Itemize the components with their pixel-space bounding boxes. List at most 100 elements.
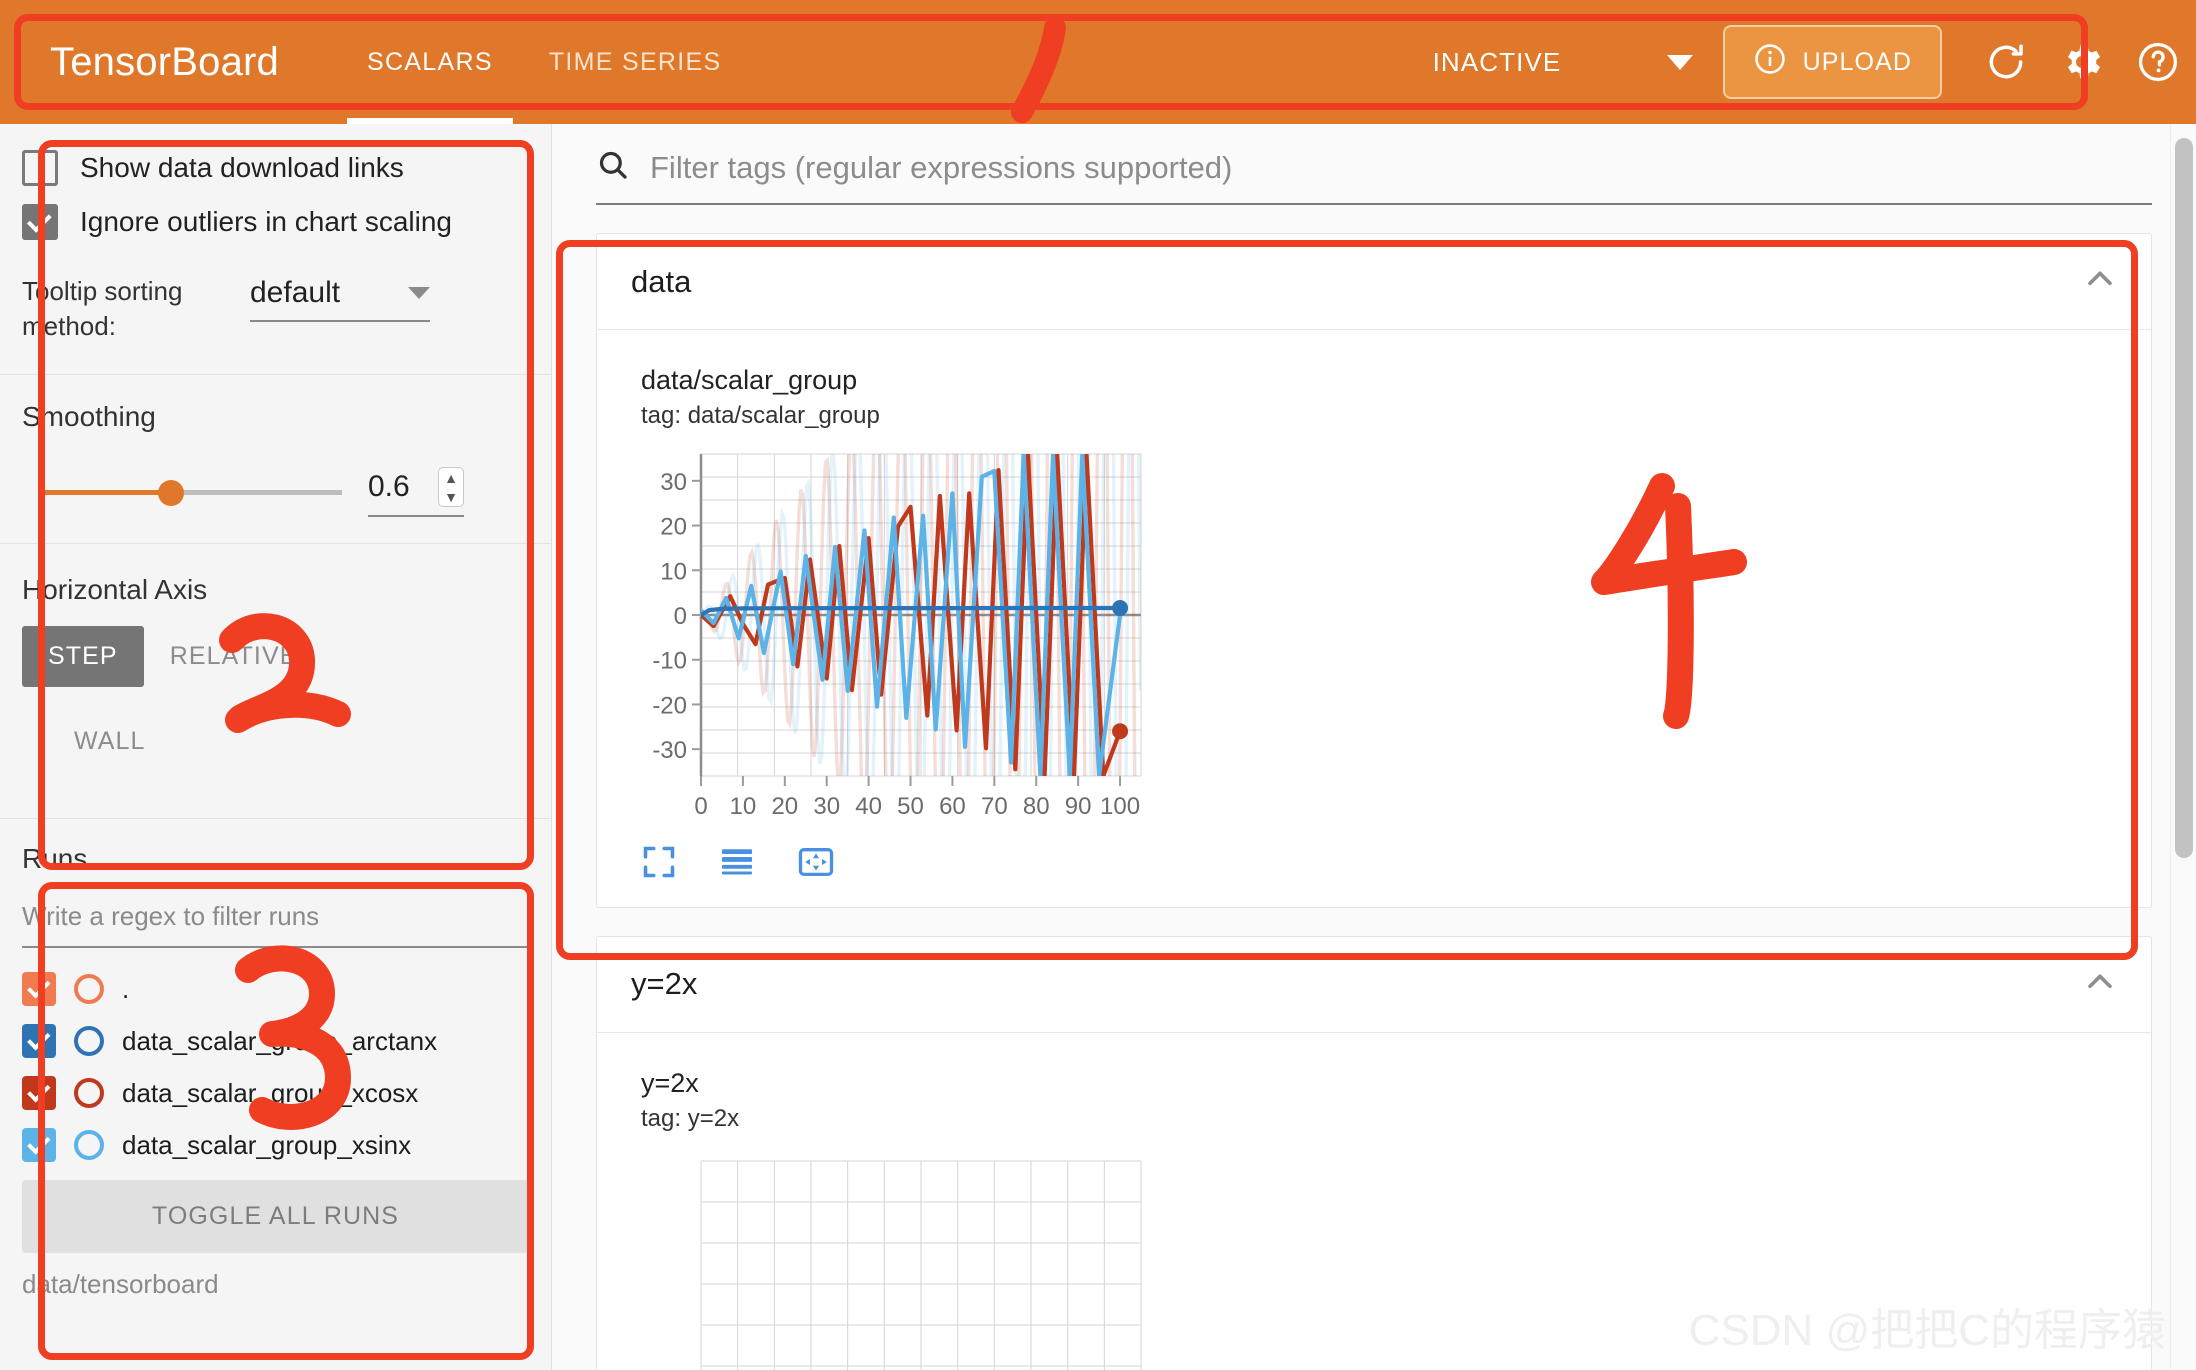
slider-knob[interactable] (158, 480, 184, 507)
svg-text:90: 90 (1065, 793, 1092, 820)
scrollbar-thumb[interactable] (2175, 138, 2193, 858)
smoothing-title: Smoothing (22, 401, 156, 433)
run-item[interactable]: data_scalar_group_xcosx (22, 1076, 529, 1111)
runs-panel: Runs Write a regex to filter runs . data… (0, 819, 551, 1300)
upload-button-label: UPLOAD (1802, 47, 1912, 76)
chevron-up-icon[interactable] (2083, 965, 2117, 1004)
runs-footer-path: data/tensorboard (22, 1269, 219, 1300)
reload-mode-value: INACTIVE (1432, 46, 1562, 77)
svg-text:10: 10 (730, 793, 757, 820)
stepper-down-icon[interactable]: ▼ (444, 490, 458, 504)
run-checkbox[interactable] (22, 972, 56, 1007)
svg-text:0: 0 (694, 793, 707, 820)
horizontal-axis-wall[interactable]: WALL (48, 711, 529, 772)
fit-domain-icon[interactable] (797, 843, 835, 881)
data-series-icon[interactable] (719, 844, 755, 880)
tab-time-series[interactable]: TIME SERIES (521, 0, 750, 124)
svg-text:-30: -30 (652, 737, 687, 764)
run-color-swatch[interactable] (74, 974, 104, 1005)
card-data: data data/scalar_group tag: data/scalar_… (596, 233, 2152, 908)
run-label: data_scalar_group_xcosx (122, 1077, 419, 1108)
body: Show data download links Ignore outliers… (0, 124, 2196, 1370)
runs-filter-input[interactable]: Write a regex to filter runs (22, 901, 529, 949)
horizontal-axis-panel: Horizontal Axis STEP RELATIVE WALL (0, 544, 551, 792)
tag-filter-input[interactable]: Filter tags (regular expressions support… (650, 150, 1232, 186)
tooltip-sorting-label: Tooltip sorting method: (22, 276, 183, 342)
reload-mode-select[interactable]: INACTIVE (1432, 46, 1693, 106)
card-y2x: y=2x y=2x tag: y=2x (596, 935, 2152, 1370)
chevron-down-icon (1666, 54, 1693, 70)
svg-text:30: 30 (813, 793, 840, 820)
svg-text:20: 20 (771, 793, 798, 820)
stepper-up-icon[interactable]: ▲ (444, 471, 458, 485)
chart-title: data/scalar_group (641, 365, 858, 395)
horizontal-axis-step[interactable]: STEP (22, 626, 144, 688)
slider-fill (42, 490, 171, 496)
show-download-links-label: Show data download links (80, 152, 404, 183)
ignore-outliers-label: Ignore outliers in chart scaling (80, 206, 452, 237)
svg-text:40: 40 (855, 793, 882, 820)
tab-scalars[interactable]: SCALARS (339, 0, 521, 124)
refresh-icon[interactable] (1968, 24, 2044, 100)
toggle-all-runs-button[interactable]: TOGGLE ALL RUNS (22, 1180, 529, 1254)
smoothing-slider[interactable] (42, 477, 342, 507)
tooltip-sorting-select[interactable]: default (250, 276, 430, 322)
svg-text:-10: -10 (652, 647, 687, 674)
tag-filter[interactable]: Filter tags (regular expressions support… (596, 148, 2152, 205)
svg-text:30: 30 (660, 469, 687, 496)
show-download-links-row[interactable]: Show data download links (22, 150, 529, 186)
show-download-links-checkbox[interactable] (22, 150, 58, 186)
smoothing-row: 0.6 ▲ ▼ (22, 467, 529, 518)
chevron-up-icon[interactable] (2083, 262, 2117, 301)
run-color-swatch[interactable] (74, 1078, 104, 1109)
run-label: data_scalar_group_xsinx (122, 1129, 412, 1160)
svg-text:-20: -20 (652, 692, 687, 719)
sidebar: Show data download links Ignore outliers… (0, 124, 552, 1370)
fullscreen-icon[interactable] (641, 844, 677, 880)
app-brand: TensorBoard (50, 39, 279, 84)
settings-panel: Show data download links Ignore outliers… (0, 124, 551, 374)
horizontal-axis-relative[interactable]: RELATIVE (144, 626, 324, 687)
horizontal-axis-title: Horizontal Axis (22, 574, 208, 606)
gear-icon[interactable] (2044, 24, 2120, 100)
chart-tag: tag: y=2x (641, 1104, 740, 1132)
svg-text:60: 60 (939, 793, 966, 820)
runs-title: Runs (22, 843, 88, 875)
chart-title: y=2x (641, 1067, 699, 1098)
scalar-group-chart[interactable]: -30 -20 -10 0 10 20 30 0 10 20 30 40 50 60 70 80 90 100 (641, 444, 1301, 824)
run-color-swatch[interactable] (74, 1026, 104, 1057)
page-scrollbar[interactable] (2170, 124, 2196, 1370)
card-data-title: data (631, 263, 692, 299)
smoothing-value: 0.6 (368, 470, 410, 504)
svg-text:20: 20 (660, 513, 687, 540)
help-icon[interactable] (2120, 24, 2196, 100)
run-checkbox[interactable] (22, 1076, 56, 1111)
search-icon (596, 148, 630, 187)
run-item[interactable]: . (22, 972, 529, 1007)
upload-button[interactable]: UPLOAD (1722, 25, 1942, 99)
svg-text:10: 10 (660, 558, 687, 585)
ignore-outliers-row[interactable]: Ignore outliers in chart scaling (22, 204, 529, 240)
smoothing-panel: Smoothing 0.6 ▲ ▼ (0, 375, 551, 543)
ignore-outliers-checkbox[interactable] (22, 204, 58, 240)
svg-text:80: 80 (1023, 793, 1050, 820)
run-item[interactable]: data_scalar_group_xsinx (22, 1128, 529, 1163)
card-data-body: data/scalar_group tag: data/scalar_group… (597, 329, 2151, 907)
tooltip-sorting-row: Tooltip sorting method: default (22, 274, 529, 374)
run-checkbox[interactable] (22, 1128, 56, 1163)
card-y2x-header[interactable]: y=2x (597, 937, 2151, 1032)
run-color-swatch[interactable] (74, 1130, 104, 1161)
run-checkbox[interactable] (22, 1024, 56, 1059)
chevron-down-icon (408, 287, 430, 299)
svg-text:50: 50 (897, 793, 924, 820)
smoothing-stepper[interactable]: ▲ ▼ (438, 467, 464, 508)
main-content: Filter tags (regular expressions support… (552, 124, 2196, 1370)
run-item[interactable]: data_scalar_group_arctanx (22, 1024, 529, 1059)
card-data-header[interactable]: data (597, 234, 2151, 329)
smoothing-number-input[interactable]: 0.6 ▲ ▼ (368, 467, 464, 518)
chart-toolbar (641, 843, 2107, 881)
card-y2x-body: y=2x tag: y=2x (597, 1031, 2151, 1370)
y2x-chart[interactable] (641, 1147, 1301, 1370)
card-y2x-title: y=2x (631, 966, 698, 1002)
info-icon (1753, 42, 1787, 83)
